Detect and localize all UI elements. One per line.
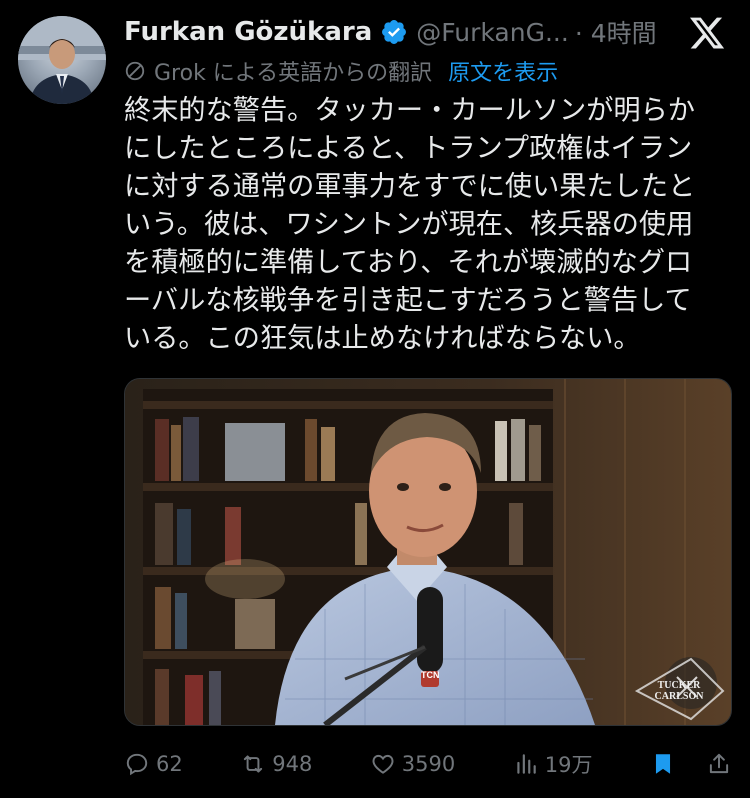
post-text-line: ーバルな核戦争を引き起こすだろうと警告して	[124, 285, 692, 316]
reply-icon	[126, 753, 148, 776]
action-bar: 62 948 3590 19万	[124, 744, 732, 784]
author-name[interactable]: Furkan Gözükara	[124, 17, 372, 47]
like-button[interactable]: 3590	[370, 751, 455, 777]
watermark-line1: TUCKER	[657, 680, 701, 691]
views-icon	[517, 754, 536, 774]
post-text-line: に対する通常の軍事力をすでに使い果たしたと	[124, 171, 696, 202]
translation-source: Grok による英語からの翻訳	[154, 61, 433, 86]
post-text-line: いる。この狂気は止めなければならない。	[124, 323, 641, 354]
repost-count: 948	[272, 752, 313, 776]
mic-badge: TCN	[421, 670, 440, 680]
avatar[interactable]	[18, 16, 106, 104]
post-time[interactable]: · 4時間	[575, 14, 657, 50]
like-icon	[372, 754, 394, 774]
post-header: Furkan Gözükara @FurkanG... · 4時間	[124, 12, 726, 52]
bookmark-icon[interactable]	[650, 751, 676, 777]
post-text-line: にしたところによると、トランプ政権はイラン	[124, 133, 693, 164]
repost-button[interactable]: 948	[240, 751, 312, 777]
verified-badge-icon	[382, 20, 407, 44]
author-handle[interactable]: @FurkanG...	[416, 18, 569, 47]
reply-button[interactable]: 62	[124, 751, 183, 777]
post-text: 終末的な警告。タッカー・カールソンが明らか にしたところによると、トランプ政権は…	[124, 92, 730, 358]
post-text-line: を積極的に準備しており、それが壊滅的なグロ	[124, 247, 693, 278]
views-count: 19万	[544, 753, 593, 777]
repost-icon	[244, 755, 263, 773]
watermark: TUCKER CARLSON	[640, 680, 718, 702]
x-logo-icon[interactable]	[688, 14, 726, 52]
share-icon[interactable]	[706, 751, 732, 777]
trailing-actions	[650, 751, 732, 777]
reply-count: 62	[156, 752, 183, 776]
translate-icon	[125, 61, 145, 81]
like-count: 3590	[401, 752, 456, 776]
translation-bar: Grok による英語からの翻訳 原文を表示	[124, 56, 558, 86]
watermark-line2: CARLSON	[654, 691, 704, 702]
post-text-line: 終末的な警告。タッカー・カールソンが明らか	[124, 95, 695, 126]
post-text-line: いう。彼は、ワシントンが現在、核兵器の使用	[124, 209, 694, 240]
show-original-link[interactable]: 原文を表示	[448, 55, 558, 87]
views-button[interactable]: 19万	[513, 749, 593, 779]
